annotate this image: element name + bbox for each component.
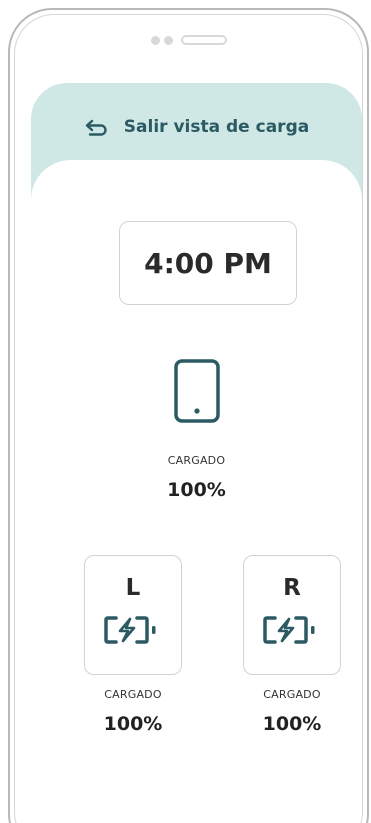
speaker-dot	[163, 35, 173, 45]
right-earbud-status-label: CARGADO	[263, 688, 321, 701]
left-earbud-battery-percent: 100%	[103, 713, 163, 735]
phone-status-label: CARGADO	[167, 454, 226, 467]
phone-speaker	[150, 35, 227, 45]
speaker-dot	[150, 35, 160, 45]
left-earbud-letter: L	[125, 575, 141, 601]
back-arrow-icon	[84, 118, 110, 136]
exit-charging-view-button[interactable]: Salir vista de carga	[31, 117, 362, 137]
smartphone-icon	[31, 358, 362, 424]
left-earbud-status: L CARGADO 100%	[84, 555, 182, 735]
phone-battery-percent: 100%	[167, 479, 226, 501]
left-earbud-status-label: CARGADO	[104, 688, 162, 701]
right-earbud-card: R	[243, 555, 341, 675]
battery-charging-icon	[85, 614, 181, 646]
phone-screen: Salir vista de carga 4:00 PM CARGADO 100…	[14, 14, 363, 823]
left-earbud-card: L	[84, 555, 182, 675]
exit-charging-view-label: Salir vista de carga	[123, 117, 310, 137]
battery-charging-icon	[244, 614, 340, 646]
right-earbud-letter: R	[283, 575, 301, 601]
right-earbud-battery-percent: 100%	[262, 713, 322, 735]
phone-charge-status: CARGADO 100%	[31, 358, 362, 501]
charging-content: 4:00 PM CARGADO 100% L CARGADO 100% R CA…	[31, 160, 362, 823]
right-earbud-status: R CARGADO 100%	[243, 555, 341, 735]
phone-frame: Salir vista de carga 4:00 PM CARGADO 100…	[8, 8, 369, 823]
speaker-bar	[180, 35, 227, 45]
clock-display: 4:00 PM	[119, 221, 297, 305]
